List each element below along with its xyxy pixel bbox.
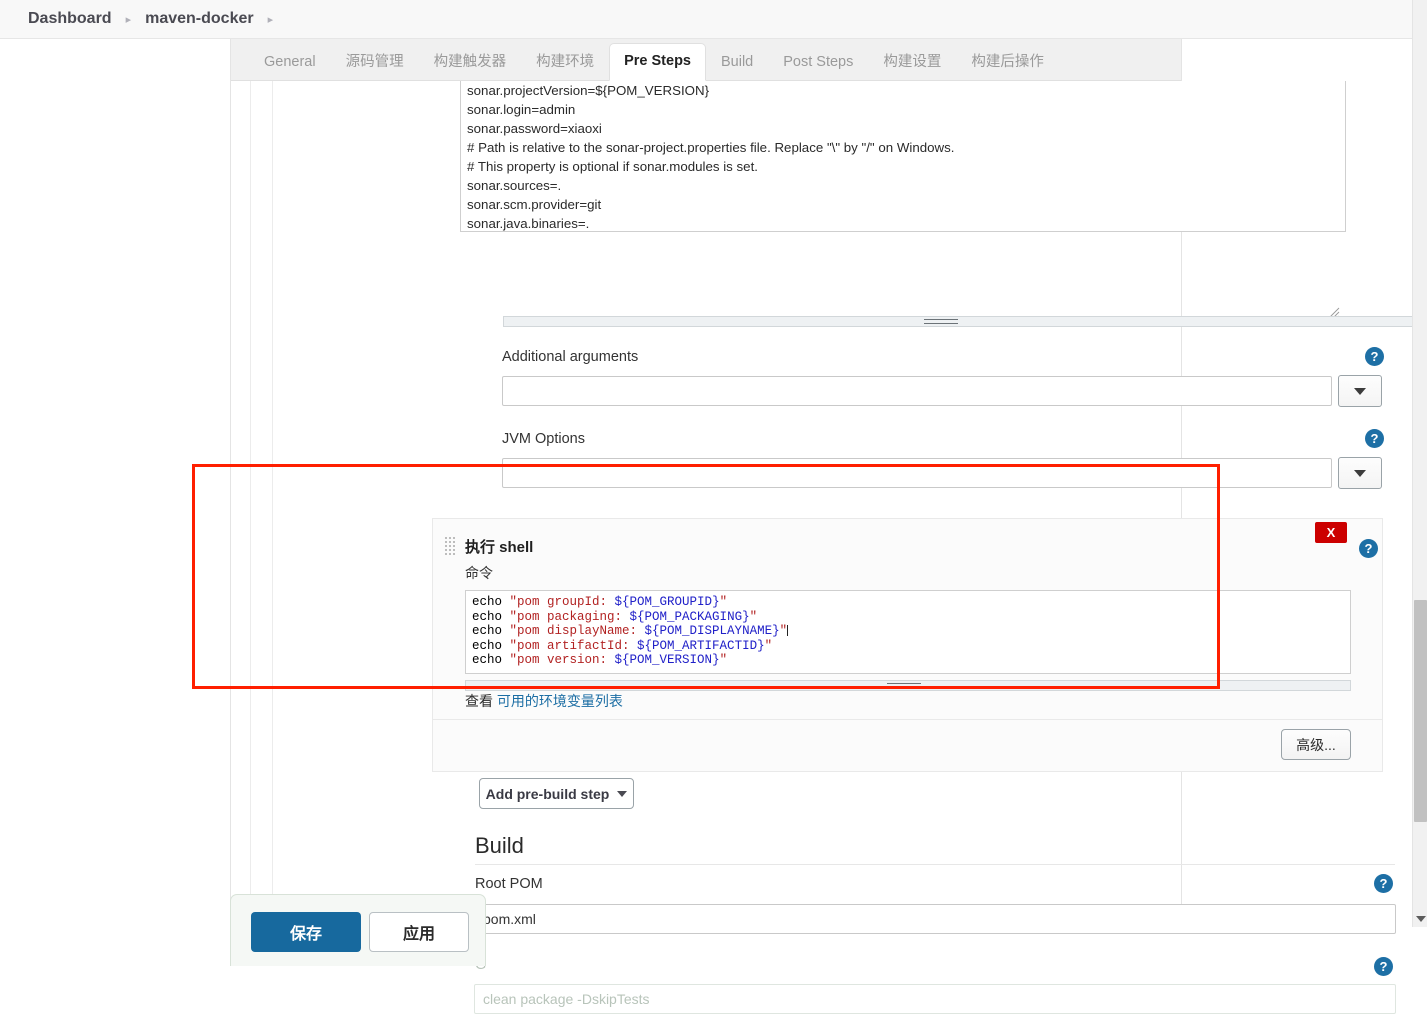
sonar-properties-textarea[interactable]: sonar.projectVersion=${POM_VERSION} sona… bbox=[460, 81, 1346, 232]
scroll-down-arrow-icon[interactable] bbox=[1416, 916, 1426, 922]
config-tab-bar: General 源码管理 构建触发器 构建环境 Pre Steps Build … bbox=[231, 39, 1181, 81]
add-pre-build-step-button[interactable]: Add pre-build step bbox=[479, 778, 634, 809]
available-environment-variables-link[interactable]: 可用的环境变量列表 bbox=[497, 693, 623, 709]
build-section-heading: Build bbox=[475, 833, 524, 858]
advanced-button[interactable]: 高级... bbox=[1281, 729, 1351, 760]
root-pom-input[interactable]: pom.xml bbox=[474, 904, 1396, 934]
scrollbar-thumb[interactable] bbox=[1414, 600, 1427, 822]
breadcrumb-item-maven-docker[interactable]: maven-docker bbox=[145, 10, 254, 28]
goals-input-partial[interactable]: clean package -DskipTests bbox=[474, 984, 1396, 1014]
shell-command-textarea[interactable]: echo "pom groupId: ${POM_GROUPID}" echo … bbox=[465, 590, 1351, 674]
tab-build-triggers[interactable]: 构建触发器 bbox=[419, 45, 522, 81]
tab-build[interactable]: Build bbox=[706, 45, 768, 81]
jvm-options-dropdown-button[interactable] bbox=[1338, 457, 1382, 489]
delete-step-button[interactable]: X bbox=[1315, 522, 1347, 543]
help-icon-additional-arguments[interactable]: ? bbox=[1365, 347, 1384, 366]
form-gutter-outer bbox=[231, 81, 251, 926]
tab-pre-steps[interactable]: Pre Steps bbox=[609, 42, 706, 81]
tab-build-settings[interactable]: 构建设置 bbox=[868, 45, 956, 81]
page-body: General 源码管理 构建触发器 构建环境 Pre Steps Build … bbox=[0, 39, 1427, 1014]
tab-post-steps[interactable]: Post Steps bbox=[768, 45, 868, 81]
execute-shell-title: 执行 shell bbox=[465, 539, 534, 556]
root-pom-label: Root POM bbox=[475, 876, 543, 892]
command-label: 命令 bbox=[465, 565, 493, 581]
add-pre-build-step-label: Add pre-build step bbox=[485, 785, 610, 802]
help-icon-root-pom[interactable]: ? bbox=[1374, 874, 1393, 893]
advanced-button-row: 高级... bbox=[432, 720, 1383, 772]
additional-arguments-input[interactable] bbox=[502, 376, 1332, 406]
chevron-down-icon bbox=[617, 790, 628, 797]
breadcrumb-item-dashboard[interactable]: Dashboard bbox=[28, 10, 112, 28]
help-icon-goals[interactable]: ? bbox=[1374, 957, 1393, 976]
sonar-textarea-hscrollbar[interactable] bbox=[503, 316, 1427, 327]
shell-textarea-resize-bar[interactable] bbox=[465, 680, 1351, 691]
apply-button[interactable]: 应用 bbox=[369, 912, 469, 952]
jvm-options-label: JVM Options bbox=[502, 431, 585, 447]
tab-general[interactable]: General bbox=[249, 45, 331, 81]
job-config-panel: General 源码管理 构建触发器 构建环境 Pre Steps Build … bbox=[230, 39, 1427, 1014]
build-section-divider bbox=[475, 864, 1395, 865]
sonar-textarea-hscroll-grip[interactable] bbox=[924, 319, 958, 324]
chevron-right-icon-2: ▸ bbox=[267, 13, 274, 26]
environment-variables-hint: 查看 可用的环境变量列表 bbox=[465, 691, 623, 711]
additional-arguments-dropdown-button[interactable] bbox=[1338, 375, 1382, 407]
page-scrollbar[interactable] bbox=[1412, 0, 1427, 927]
additional-arguments-label: Additional arguments bbox=[502, 349, 639, 365]
help-icon-jvm-options[interactable]: ? bbox=[1365, 429, 1384, 448]
chevron-right-icon: ▸ bbox=[125, 13, 132, 26]
save-apply-bar: 保存 应用 bbox=[230, 894, 486, 966]
tab-build-environment[interactable]: 构建环境 bbox=[521, 45, 609, 81]
save-button[interactable]: 保存 bbox=[251, 912, 361, 952]
drag-handle-icon[interactable] bbox=[445, 537, 456, 555]
jvm-options-input[interactable] bbox=[502, 458, 1332, 488]
execute-shell-step: 执行 shell 命令 X ? echo "pom groupId: ${POM… bbox=[432, 518, 1383, 720]
form-gutter-inner bbox=[251, 81, 273, 926]
tab-post-build-actions[interactable]: 构建后操作 bbox=[956, 45, 1059, 81]
tab-source-management[interactable]: 源码管理 bbox=[331, 45, 419, 81]
breadcrumb: Dashboard ▸ maven-docker ▸ bbox=[0, 0, 1427, 39]
help-icon-execute-shell[interactable]: ? bbox=[1359, 539, 1378, 558]
env-hint-lead: 查看 bbox=[465, 693, 493, 709]
shell-textarea-resize-grip[interactable] bbox=[887, 683, 921, 688]
